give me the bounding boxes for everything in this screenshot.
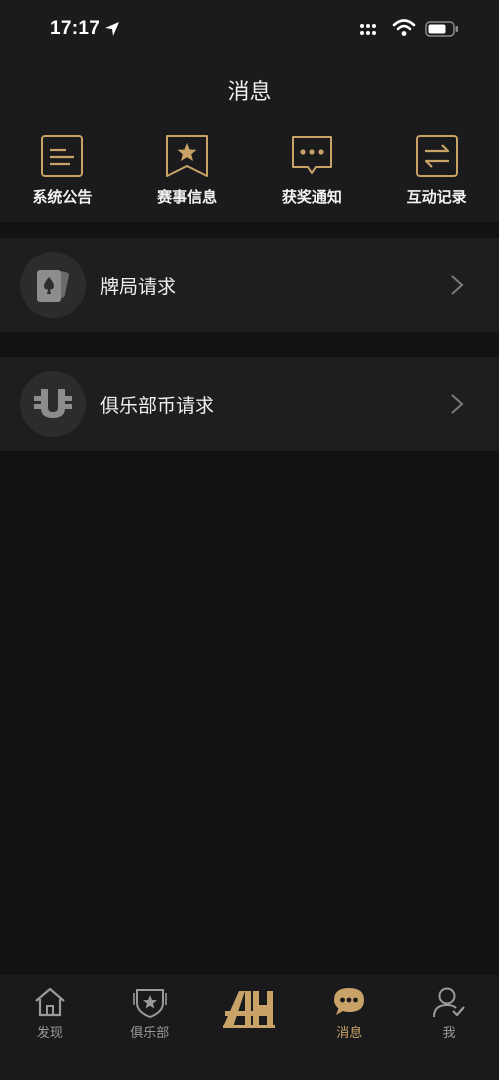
tab-bar: 发现 俱乐部 消息 我 — [0, 975, 499, 1080]
user-icon — [433, 987, 465, 1018]
announcement-icon — [41, 135, 84, 177]
tab-label: 消息 — [336, 1026, 363, 1041]
cellular-signal-icon — [360, 24, 376, 35]
chevron-right-icon — [451, 394, 464, 414]
category-system-announcement[interactable]: 系统公告 — [0, 116, 125, 222]
category-label: 获奖通知 — [281, 188, 342, 206]
club-coin-request-avatar — [20, 371, 86, 437]
tab-me[interactable]: 我 — [399, 975, 499, 1080]
tab-label: 发现 — [36, 1026, 63, 1041]
page-title: 消息 — [227, 80, 272, 105]
battery-icon — [425, 21, 458, 37]
card-request-label: 牌局请求 — [100, 276, 177, 298]
category-row: 系统公告 赛事信息 获奖通知 互动记录 — [0, 116, 499, 222]
tab-label: 我 — [442, 1026, 456, 1041]
category-award-notice[interactable]: 获奖通知 — [250, 116, 375, 222]
chat-bubble-icon — [291, 136, 332, 174]
tab-discover[interactable]: 发现 — [0, 975, 100, 1080]
location-arrow-icon — [105, 22, 119, 36]
category-label: 赛事信息 — [157, 188, 218, 206]
category-interaction-record[interactable]: 互动记录 — [374, 116, 499, 222]
club-coin-request-row[interactable]: 俱乐部币请求 — [0, 357, 499, 451]
status-time: 17:17 — [50, 18, 101, 39]
category-event-info[interactable]: 赛事信息 — [125, 116, 250, 222]
exchange-arrows-icon — [415, 135, 458, 177]
club-shield-icon — [132, 989, 167, 1019]
home-icon — [35, 987, 65, 1017]
event-bookmark-icon — [166, 135, 209, 177]
playing-card-icon — [37, 270, 69, 302]
tab-messages[interactable]: 消息 — [299, 975, 399, 1080]
brand-logo-icon — [223, 991, 276, 1028]
status-bar: 17:17 — [0, 0, 499, 60]
card-request-row[interactable]: 牌局请求 — [0, 238, 499, 332]
header: 消息 — [0, 60, 499, 116]
club-coin-request-label: 俱乐部币请求 — [100, 395, 215, 417]
tab-club[interactable]: 俱乐部 — [100, 975, 200, 1080]
club-coin-icon — [34, 389, 72, 418]
chevron-right-icon — [451, 275, 464, 295]
tab-home-logo[interactable] — [200, 975, 300, 1080]
tab-label: 俱乐部 — [130, 1026, 170, 1041]
category-label: 系统公告 — [32, 188, 93, 206]
category-label: 互动记录 — [406, 188, 467, 206]
message-icon — [334, 988, 365, 1015]
card-request-avatar — [20, 252, 86, 318]
wifi-icon — [392, 19, 416, 36]
